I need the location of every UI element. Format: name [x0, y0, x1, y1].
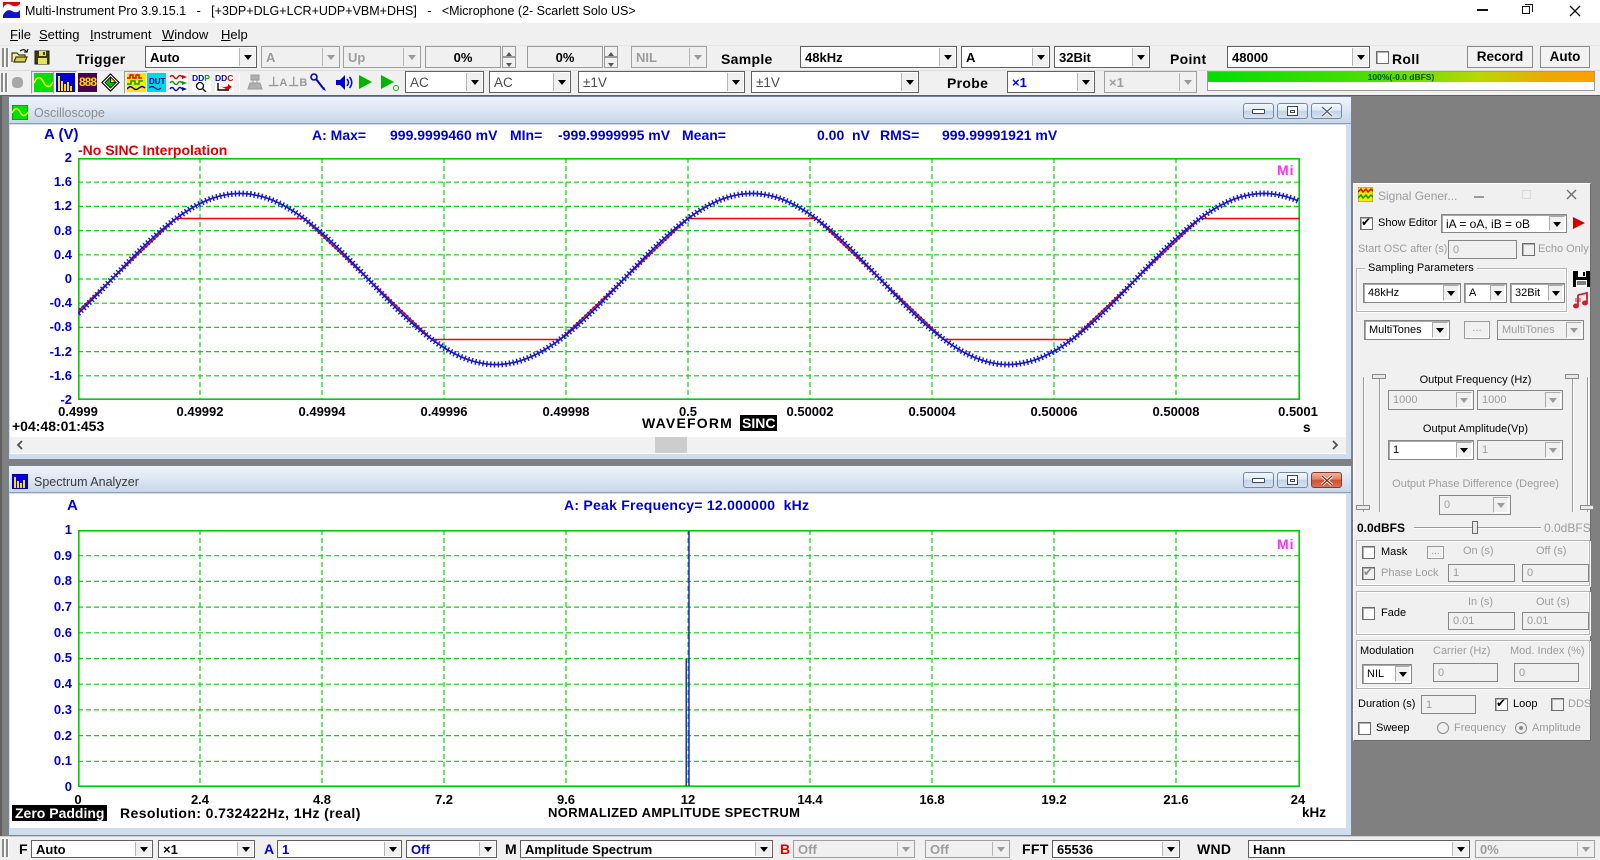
svg-text:Mi: Mi — [1277, 536, 1295, 552]
svg-text:DDC: DDC — [215, 73, 233, 83]
svg-text:DUT: DUT — [149, 77, 166, 86]
svg-text:DDP: DDP — [192, 73, 210, 83]
svg-text:Mi: Mi — [1277, 162, 1295, 178]
